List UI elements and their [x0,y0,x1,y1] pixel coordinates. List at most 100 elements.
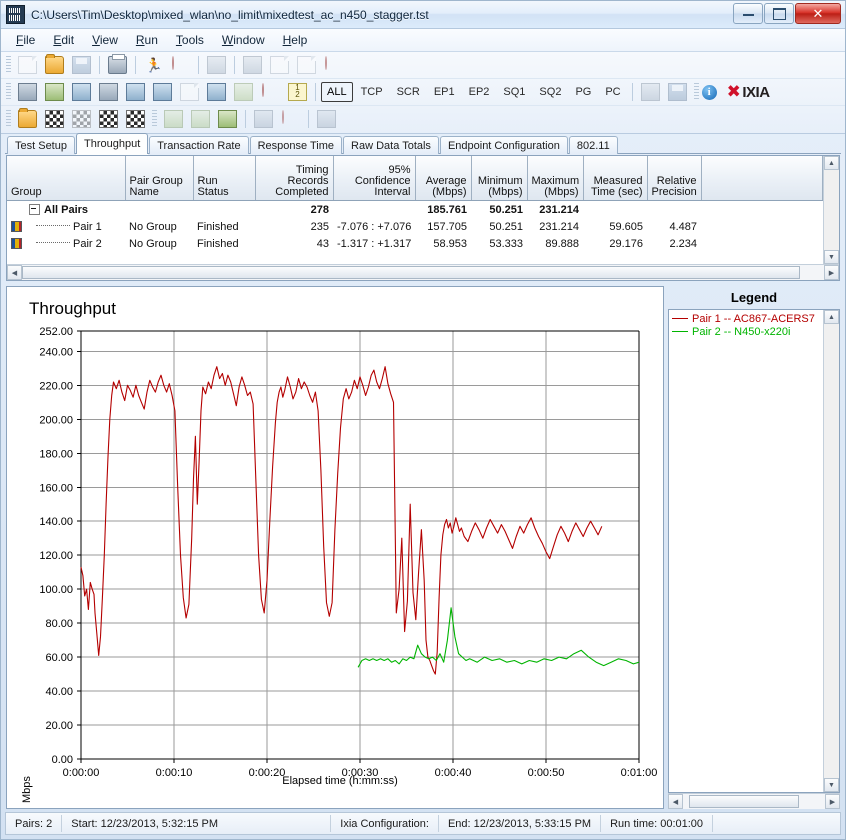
maximize-button[interactable] [764,3,794,24]
tab-throughput[interactable]: Throughput [75,133,149,154]
paste-button[interactable] [294,53,319,77]
toolbar-grip[interactable] [152,110,157,128]
copy-pair-button[interactable] [231,80,256,104]
filter-scr-button[interactable]: SCR [391,82,426,102]
menu-file[interactable]: FFileile [7,30,44,50]
pair-clear-button[interactable] [278,107,303,131]
validate-button[interactable] [161,107,186,131]
bar-chart-icon[interactable] [11,238,22,250]
close-button[interactable]: ✕ [795,3,841,24]
col-minimum[interactable]: Minimum (Mbps) [471,156,528,201]
col-maximum[interactable]: Maximum (Mbps) [527,156,584,201]
legend-item-pair1[interactable]: Pair 1 -- AC867-ACERS7 [672,312,823,325]
scroll-right-icon[interactable]: ▶ [824,265,839,280]
add-multicast-pair-button[interactable] [69,80,94,104]
verify-button[interactable] [188,107,213,131]
run-group-button[interactable] [96,107,121,131]
stop-button[interactable] [168,53,193,77]
filter-all-button[interactable]: ALL [321,82,353,102]
table-row[interactable]: Pair 1 No Group Finished 235 -7.076 : +7… [7,218,823,235]
print-button[interactable] [105,53,130,77]
filter-ep2-button[interactable]: EP2 [463,82,496,102]
new-button[interactable] [15,53,40,77]
add-pair-button[interactable] [15,80,40,104]
menu-window[interactable]: Window [213,30,274,50]
number-pairs-button[interactable]: 12 [285,80,310,104]
menu-run[interactable]: Run [127,30,167,50]
menu-view[interactable]: View [83,30,127,50]
add-video-pair-button[interactable] [150,80,175,104]
edit-pair-button[interactable] [177,80,202,104]
toolbar-grip[interactable] [693,83,699,101]
tab-raw-data-totals[interactable]: Raw Data Totals [343,136,439,154]
scroll-left-icon[interactable]: ◀ [7,265,22,280]
table-horizontal-scrollbar[interactable]: ◀ ▶ [7,264,839,280]
scroll-down-icon[interactable]: ▼ [824,778,839,792]
add-pair-endpoint-button[interactable] [42,80,67,104]
legend-vertical-scrollbar[interactable]: ▲ ▼ [823,310,839,792]
menu-help[interactable]: Help [274,30,317,50]
col-pair-group-name[interactable]: Pair Group Name [125,156,194,201]
scroll-up-icon[interactable]: ▲ [824,310,839,324]
tab-response-time[interactable]: Response Time [249,136,343,154]
throughput-chart[interactable]: 0.00 20.00 40.00 60.00 80.00 100.00 120.00 140.… [7,287,664,797]
toolbar-grip[interactable] [6,83,11,101]
col-group[interactable]: Group [7,156,126,201]
col-timing-records[interactable]: Timing Records Completed [255,156,334,201]
col-average[interactable]: Average (Mbps) [415,156,472,201]
tab-transaction-rate[interactable]: Transaction Rate [149,136,249,154]
swap-endpoints-button[interactable] [258,80,283,104]
scroll-left-icon[interactable]: ◀ [668,794,683,809]
legend-item-pair2[interactable]: Pair 2 -- N450-x220i [672,325,823,338]
run-button[interactable]: 🏃 [141,53,166,77]
toolbar-grip[interactable] [6,110,11,128]
hscroll-track[interactable] [22,265,824,280]
check-button[interactable] [215,107,240,131]
filter-tcp-button[interactable]: TCP [355,82,389,102]
col-measured-time[interactable]: Measured Time (sec) [583,156,648,201]
filter-sq2-button[interactable]: SQ2 [533,82,567,102]
scroll-up-icon[interactable]: ▲ [824,156,839,170]
scroll-right-icon[interactable]: ▶ [825,794,840,809]
add-pair-group-button[interactable] [96,80,121,104]
legend-horizontal-scrollbar[interactable]: ◀ ▶ [668,793,840,809]
run-checkpoint-button[interactable] [42,107,67,131]
run-saved-button[interactable] [123,107,148,131]
open-button[interactable] [42,53,67,77]
add-voip-pair-button[interactable] [123,80,148,104]
filter-pc-button[interactable]: PC [599,82,626,102]
bar-chart-icon[interactable] [11,221,22,233]
table-row[interactable]: Pair 2 No Group Finished 43 -1.317 : +1.… [7,235,823,252]
hscroll-track[interactable] [683,794,825,809]
hscroll-thumb[interactable] [22,266,800,279]
col-run-status[interactable]: Run Status [193,156,256,201]
run-test-button[interactable] [15,107,40,131]
tab-endpoint-configuration[interactable]: Endpoint Configuration [439,136,568,154]
table-vertical-scrollbar[interactable]: ▲ ▼ [823,156,839,264]
save-button[interactable] [69,53,94,77]
clone-pair-button[interactable] [204,80,229,104]
minimize-button[interactable] [733,3,763,24]
col-confidence-interval[interactable]: 95% Confidence Interval [333,156,416,201]
show-grid-button[interactable] [638,80,663,104]
toolbar-grip[interactable] [6,56,11,74]
menu-edit[interactable]: Edit [44,30,83,50]
hscroll-thumb[interactable] [688,795,800,808]
run-batch-button[interactable] [69,107,94,131]
info-icon[interactable]: i [701,84,717,100]
col-relative-precision[interactable]: Relative Precision [647,156,702,201]
scroll-down-icon[interactable]: ▼ [824,250,839,264]
filter-ep1-button[interactable]: EP1 [428,82,461,102]
delete-button[interactable] [321,53,346,77]
refresh-button[interactable] [204,53,229,77]
expand-collapse-icon[interactable] [29,204,40,216]
copy-button[interactable] [267,53,292,77]
tab-test-setup[interactable]: Test Setup [7,136,75,154]
export-button[interactable] [665,80,690,104]
tab-802-11[interactable]: 802.11 [568,136,618,154]
menu-tools[interactable]: Tools [167,30,213,50]
filter-pg-button[interactable]: PG [569,82,597,102]
filter-sq1-button[interactable]: SQ1 [497,82,531,102]
table-row[interactable]: All Pairs 278 185.761 50.251 231.214 [7,201,823,219]
align-button[interactable] [314,107,339,131]
